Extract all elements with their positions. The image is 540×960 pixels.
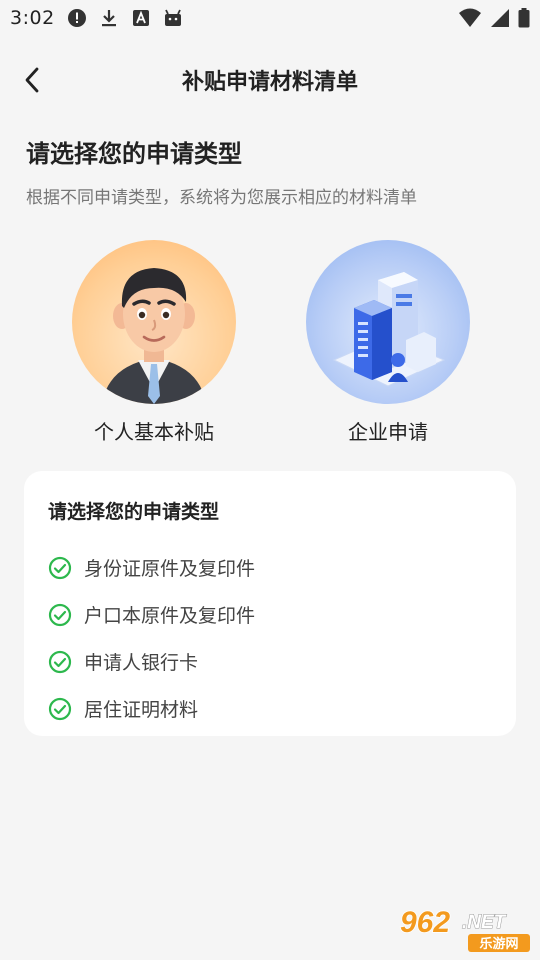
battery-icon	[518, 8, 530, 28]
status-bar: 3:02	[0, 0, 540, 36]
type-label-personal: 个人基本补贴	[94, 420, 214, 444]
requirement-item: 居住证明材料	[48, 685, 492, 732]
requirement-item: 身份证原件及复印件	[48, 544, 492, 591]
requirement-text: 居住证明材料	[84, 699, 199, 721]
status-left: 3:02	[10, 7, 183, 29]
check-circle-icon	[48, 603, 72, 626]
app-bar: 补贴申请材料清单	[0, 56, 540, 104]
page-title: 补贴申请材料清单	[181, 70, 358, 95]
wifi-icon	[459, 8, 481, 27]
requirement-item: 申请人银行卡	[48, 638, 492, 685]
businessman-avatar	[72, 240, 236, 404]
download-icon	[101, 10, 116, 27]
check-circle-icon	[48, 556, 72, 579]
check-circle-icon	[48, 650, 72, 673]
back-button[interactable]	[14, 62, 50, 98]
requirements-title: 请选择您的申请类型	[48, 501, 220, 523]
watermark-logo: 962 .NET 乐游网	[399, 905, 530, 952]
section-subheading: 根据不同申请类型，系统将为您展示相应的材料清单	[26, 188, 417, 208]
watermark-brand: 962	[400, 906, 450, 939]
watermark-caption: 乐游网	[479, 936, 518, 952]
chevron-left-icon	[25, 67, 39, 93]
cellular-icon	[491, 9, 509, 27]
section-heading: 请选择您的申请类型	[26, 140, 242, 168]
status-time: 3:02	[10, 7, 55, 29]
check-circle-icon	[48, 697, 72, 720]
android-icon	[164, 9, 181, 26]
type-option-company[interactable]: 企业申请	[303, 240, 473, 445]
watermark-suffix: .NET	[462, 912, 507, 933]
requirement-text: 身份证原件及复印件	[84, 558, 256, 580]
type-label-company: 企业申请	[348, 420, 428, 444]
requirement-text: 户口本原件及复印件	[84, 605, 256, 627]
requirement-item: 户口本原件及复印件	[48, 591, 492, 638]
a-letter-icon	[132, 10, 149, 26]
office-buildings-illustration	[306, 240, 470, 404]
requirements-card: 请选择您的申请类型 身份证原件及复印件 户口本原件及复印件 申请人银行卡 居住证…	[24, 471, 516, 736]
status-right	[458, 8, 530, 28]
alert-icon	[67, 9, 86, 27]
requirement-text: 申请人银行卡	[84, 652, 199, 674]
type-option-personal[interactable]: 个人基本补贴	[69, 240, 239, 445]
